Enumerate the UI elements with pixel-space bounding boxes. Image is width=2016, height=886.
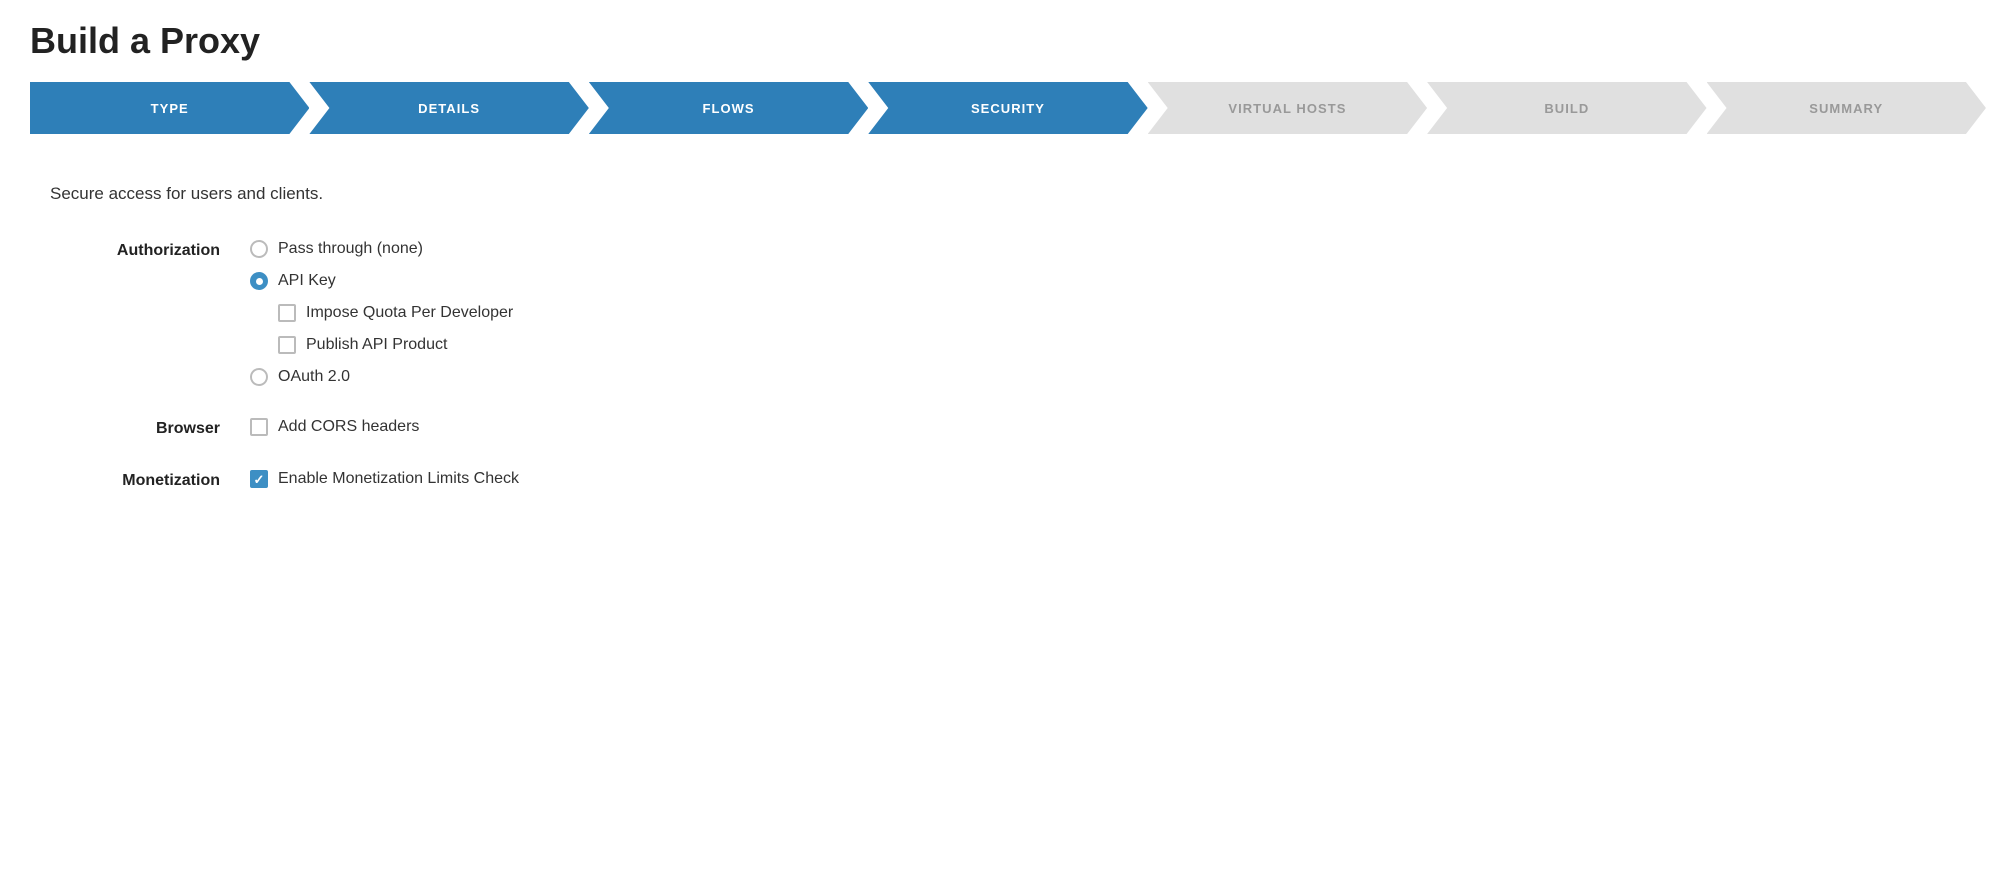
checkbox-monetization-label: Enable Monetization Limits Check [278, 470, 519, 488]
checkbox-publish-input[interactable] [278, 336, 296, 354]
checkbox-monetization-input[interactable] [250, 470, 268, 488]
page-title: Build a Proxy [30, 20, 1986, 62]
radio-oauth[interactable]: OAuth 2.0 [250, 368, 513, 386]
api-key-sub-options: Impose Quota Per Developer Publish API P… [250, 304, 513, 354]
radio-api-key-label: API Key [278, 272, 336, 290]
step-build[interactable]: BUILD [1427, 82, 1706, 134]
section-description: Secure access for users and clients. [50, 184, 1986, 204]
checkbox-publish-label: Publish API Product [306, 336, 447, 354]
checkbox-quota[interactable]: Impose Quota Per Developer [278, 304, 513, 322]
browser-controls: Add CORS headers [250, 418, 419, 436]
radio-pass-through-label: Pass through (none) [278, 240, 423, 258]
browser-section: Browser Add CORS headers [50, 418, 1986, 438]
checkbox-cors-label: Add CORS headers [278, 418, 419, 436]
monetization-controls: Enable Monetization Limits Check [250, 470, 519, 488]
radio-api-key[interactable]: API Key [250, 272, 513, 290]
checkbox-monetization[interactable]: Enable Monetization Limits Check [250, 470, 519, 488]
checkbox-cors-input[interactable] [250, 418, 268, 436]
main-content: Secure access for users and clients. Aut… [30, 174, 1986, 490]
checkbox-publish[interactable]: Publish API Product [278, 336, 513, 354]
monetization-section: Monetization Enable Monetization Limits … [50, 470, 1986, 490]
stepper: TYPEDETAILSFLOWSSECURITYVIRTUAL HOSTSBUI… [30, 82, 1986, 134]
step-summary[interactable]: SUMMARY [1707, 82, 1986, 134]
step-security[interactable]: SECURITY [868, 82, 1147, 134]
radio-oauth-input[interactable] [250, 368, 268, 386]
checkbox-cors[interactable]: Add CORS headers [250, 418, 419, 436]
browser-label: Browser [50, 418, 250, 438]
checkbox-quota-input[interactable] [278, 304, 296, 322]
authorization-label: Authorization [50, 240, 250, 260]
step-type[interactable]: TYPE [30, 82, 309, 134]
radio-api-key-input[interactable] [250, 272, 268, 290]
checkbox-quota-label: Impose Quota Per Developer [306, 304, 513, 322]
authorization-section: Authorization Pass through (none) API Ke… [50, 240, 1986, 386]
step-details[interactable]: DETAILS [309, 82, 588, 134]
step-flows[interactable]: FLOWS [589, 82, 868, 134]
radio-pass-through[interactable]: Pass through (none) [250, 240, 513, 258]
monetization-label: Monetization [50, 470, 250, 490]
step-virtual-hosts[interactable]: VIRTUAL HOSTS [1148, 82, 1427, 134]
authorization-controls: Pass through (none) API Key Impose Quota… [250, 240, 513, 386]
radio-oauth-label: OAuth 2.0 [278, 368, 350, 386]
radio-pass-through-input[interactable] [250, 240, 268, 258]
